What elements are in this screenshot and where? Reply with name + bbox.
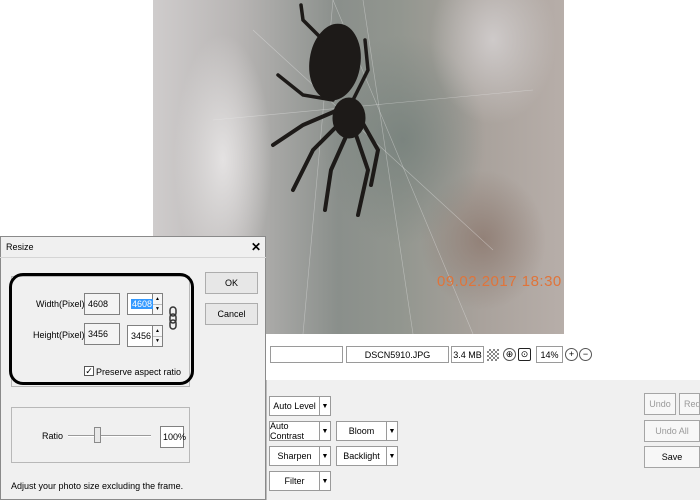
chevron-down-icon: ▼ [386, 447, 397, 465]
highlight-annotation [9, 273, 194, 385]
dialog-hint: Adjust your photo size excluding the fra… [11, 481, 184, 491]
status-blank-box [270, 346, 343, 363]
sharpen-label: Sharpen [277, 451, 312, 461]
ratio-slider-track[interactable] [68, 435, 151, 437]
photo-date-stamp: 09.02.2017 18:30 [437, 273, 562, 290]
zoom-out-icon[interactable]: − [579, 348, 592, 361]
bloom-dropdown[interactable]: Bloom ▼ [336, 421, 398, 441]
zoom-fit-icon[interactable]: ⊕ [503, 348, 516, 361]
close-icon[interactable]: ✕ [249, 240, 263, 254]
chevron-down-icon: ▼ [319, 397, 330, 415]
sharpen-dropdown[interactable]: Sharpen ▼ [269, 446, 331, 466]
transparency-icon[interactable] [487, 349, 499, 361]
file-size-display: 3.4 MB [451, 346, 484, 363]
backlight-dropdown[interactable]: Backlight ▼ [336, 446, 398, 466]
dialog-titlebar[interactable] [0, 236, 266, 258]
ratio-slider-thumb[interactable] [94, 427, 101, 443]
file-name-display: DSCN5910.JPG [346, 346, 449, 363]
undo-all-button[interactable]: Undo All [644, 420, 700, 442]
undo-button[interactable]: Undo [644, 393, 676, 415]
redo-button[interactable]: Redo [679, 393, 700, 415]
chevron-down-icon: ▼ [319, 472, 330, 490]
cancel-button[interactable]: Cancel [205, 303, 258, 325]
chevron-down-icon: ▼ [319, 447, 330, 465]
chevron-down-icon: ▼ [319, 422, 330, 440]
bloom-label: Bloom [348, 426, 375, 436]
ok-button[interactable]: OK [205, 272, 258, 294]
tools-panel [266, 380, 700, 500]
save-button[interactable]: Save [644, 446, 700, 468]
auto-contrast-dropdown[interactable]: Auto Contrast ▼ [269, 421, 331, 441]
filter-label: Filter [284, 476, 305, 486]
auto-level-label: Auto Level [273, 401, 316, 411]
chevron-down-icon: ▼ [386, 422, 397, 440]
ratio-label: Ratio [42, 431, 64, 441]
dialog-title: Resize [6, 242, 34, 252]
auto-contrast-label: Auto Contrast [270, 421, 305, 441]
zoom-in-icon[interactable]: + [565, 348, 578, 361]
backlight-label: Backlight [343, 451, 380, 461]
ratio-field[interactable]: 100% [160, 426, 186, 448]
zoom-level-display: 14% [536, 346, 563, 363]
filter-dropdown[interactable]: Filter ▼ [269, 471, 331, 491]
auto-level-dropdown[interactable]: Auto Level ▼ [269, 396, 331, 416]
zoom-actual-icon[interactable]: ⊙ [518, 348, 531, 361]
